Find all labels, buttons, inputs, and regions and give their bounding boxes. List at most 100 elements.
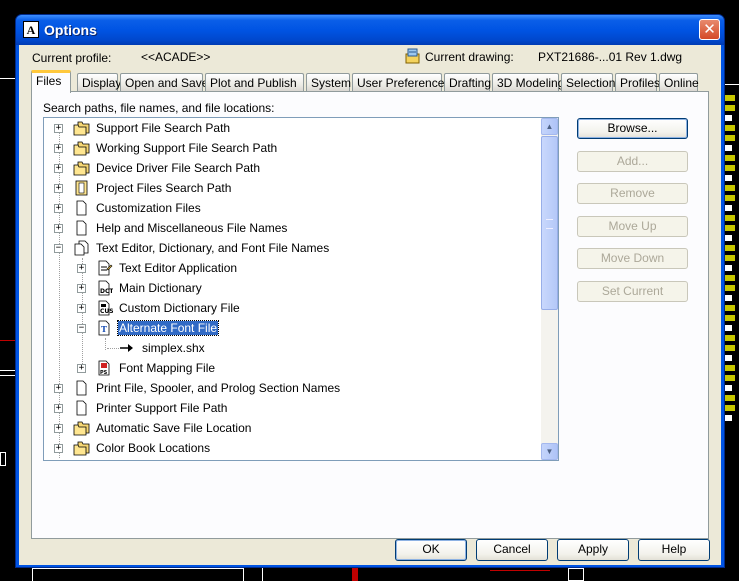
add-button[interactable]: Add...: [577, 151, 688, 172]
options-dialog: A Options ✕ Current profile: <<ACADE>> C…: [15, 14, 725, 568]
help-button[interactable]: Help: [638, 539, 710, 561]
current-drawing-label: Current drawing:: [425, 50, 514, 64]
tree-item-label: Project Files Search Path: [96, 181, 232, 195]
expand-toggle[interactable]: +: [54, 184, 63, 193]
close-icon: ✕: [703, 20, 716, 38]
title-bar[interactable]: A Options ✕: [16, 15, 724, 45]
move-up-button[interactable]: Move Up: [577, 216, 688, 237]
svg-text:T: T: [101, 324, 107, 334]
tree-item-print-file-spooler-prolog[interactable]: + Print File, Spooler, and Prolog Sectio…: [44, 378, 540, 398]
panel-caption: Search paths, file names, and file locat…: [43, 101, 275, 115]
expand-toggle[interactable]: +: [54, 144, 63, 153]
tab-plot-and-publish[interactable]: Plot and Publish: [205, 73, 304, 92]
move-down-button[interactable]: Move Down: [577, 248, 688, 269]
browse-button[interactable]: Browse...: [577, 118, 688, 139]
tree-item-customization-files[interactable]: + Customization Files: [44, 198, 540, 218]
expand-toggle[interactable]: +: [54, 204, 63, 213]
tree-item-label: Help and Miscellaneous File Names: [96, 221, 288, 235]
tab-online[interactable]: Online: [659, 73, 699, 92]
tree-item-color-book-locations[interactable]: + Color Book Locations: [44, 438, 540, 458]
ok-button[interactable]: OK: [395, 539, 467, 561]
svg-text:PS: PS: [100, 370, 108, 376]
file-icon: [76, 220, 87, 236]
tab-display[interactable]: Display: [77, 73, 121, 92]
scroll-down-button[interactable]: ▼: [541, 443, 558, 460]
tree-item-text-editor-application[interactable]: + Text Editor Application: [44, 258, 540, 278]
font-mapping-icon: PS: [98, 360, 110, 376]
tree-item-working-support-file-search-path[interactable]: + Working Support File Search Path: [44, 138, 540, 158]
expand-toggle[interactable]: +: [54, 224, 63, 233]
expand-toggle[interactable]: +: [54, 404, 63, 413]
expand-toggle[interactable]: +: [54, 444, 63, 453]
file-icon: [76, 380, 87, 396]
arrow-icon: [120, 344, 133, 352]
tab-open-and-save[interactable]: Open and Save: [120, 73, 208, 92]
file-icon: [76, 400, 87, 416]
tree-item-label: Support File Search Path: [96, 121, 231, 135]
tree-item-text-editor-dictionary-font[interactable]: − Text Editor, Dictionary, and Font File…: [44, 238, 540, 258]
expand-toggle[interactable]: +: [77, 304, 86, 313]
set-current-button[interactable]: Set Current: [577, 281, 688, 302]
cad-line: [0, 340, 15, 341]
scroll-up-button[interactable]: ▲: [541, 118, 558, 135]
expand-toggle[interactable]: +: [77, 284, 86, 293]
close-button[interactable]: ✕: [699, 19, 720, 40]
tree-item-project-files-search-path[interactable]: + Project Files Search Path: [44, 178, 540, 198]
cad-box: [0, 452, 6, 466]
cad-box: [32, 568, 244, 581]
cad-mark: [352, 568, 358, 581]
edit-file-icon: [98, 260, 113, 276]
expand-toggle[interactable]: +: [77, 264, 86, 273]
cancel-button[interactable]: Cancel: [476, 539, 548, 561]
tree-item-automatic-save-file-location[interactable]: + Automatic Save File Location: [44, 418, 540, 438]
tree-item-font-mapping-file[interactable]: + PS Font Mapping File: [44, 358, 540, 378]
expand-toggle[interactable]: +: [54, 164, 63, 173]
tab-system[interactable]: System: [306, 73, 351, 92]
expand-toggle[interactable]: +: [54, 124, 63, 133]
expand-toggle[interactable]: +: [77, 364, 86, 373]
tree-item-alternate-font-file[interactable]: − T Alternate Font File: [44, 318, 540, 338]
tab-files[interactable]: Files: [31, 70, 71, 93]
tab-selection[interactable]: Selection: [561, 73, 615, 92]
expand-toggle[interactable]: +: [54, 384, 63, 393]
dialog-body: Current profile: <<ACADE>> Current drawi…: [19, 45, 721, 565]
cad-line: [490, 570, 550, 571]
tree-item-label: Print File, Spooler, and Prolog Section …: [96, 381, 341, 395]
collapse-toggle[interactable]: −: [77, 324, 86, 333]
cad-layer-strip: [725, 95, 739, 425]
tab-drafting[interactable]: Drafting: [444, 73, 491, 92]
svg-text:CUS: CUS: [100, 308, 113, 315]
cad-line: [262, 568, 322, 581]
current-drawing-value: PXT21686-...01 Rev 1.dwg: [538, 50, 683, 64]
tree-item-device-driver-file-search-path[interactable]: + Device Driver File Search Path: [44, 158, 540, 178]
cad-line: [0, 78, 15, 79]
collapse-toggle[interactable]: −: [54, 244, 63, 253]
tree-item-label: Font Mapping File: [119, 361, 216, 375]
tree-vertical-scrollbar[interactable]: ▲ ▼: [541, 118, 558, 460]
chevron-down-icon: ▼: [545, 447, 554, 456]
current-profile-label: Current profile:: [32, 51, 112, 65]
tab-3d-modeling[interactable]: 3D Modeling: [492, 73, 564, 92]
tab-profiles[interactable]: Profiles: [615, 73, 660, 92]
tab-user-preferences[interactable]: User Preferences: [352, 73, 450, 92]
tree-item-support-file-search-path[interactable]: + Support File Search Path: [44, 118, 540, 138]
custom-dictionary-icon: CUS: [98, 300, 113, 316]
expand-toggle[interactable]: +: [54, 424, 63, 433]
scroll-thumb[interactable]: [541, 136, 558, 310]
tree-item-simplex-shx[interactable]: simplex.shx: [44, 338, 540, 358]
tree-item-help-and-misc-file-names[interactable]: + Help and Miscellaneous File Names: [44, 218, 540, 238]
tree-item-custom-dictionary-file[interactable]: + CUS Custom Dictionary File: [44, 298, 540, 318]
tree-item-label: Main Dictionary: [119, 281, 202, 295]
remove-button[interactable]: Remove: [577, 183, 688, 204]
tree-item-label: Color Book Locations: [96, 441, 211, 455]
tree-item-label: Device Driver File Search Path: [96, 161, 261, 175]
tree-item-printer-support-file-path[interactable]: + Printer Support File Path: [44, 398, 540, 418]
folders-icon: [73, 421, 90, 436]
folders-icon: [73, 141, 90, 156]
apply-button[interactable]: Apply: [557, 539, 629, 561]
tree-item-main-dictionary[interactable]: + DCT Main Dictionary: [44, 278, 540, 298]
cad-line: [0, 375, 15, 376]
files-icon: [74, 240, 89, 256]
tree-item-label: Text Editor Application: [119, 261, 238, 275]
file-locations-tree[interactable]: + Support File Search Path + Working Sup…: [43, 117, 559, 461]
